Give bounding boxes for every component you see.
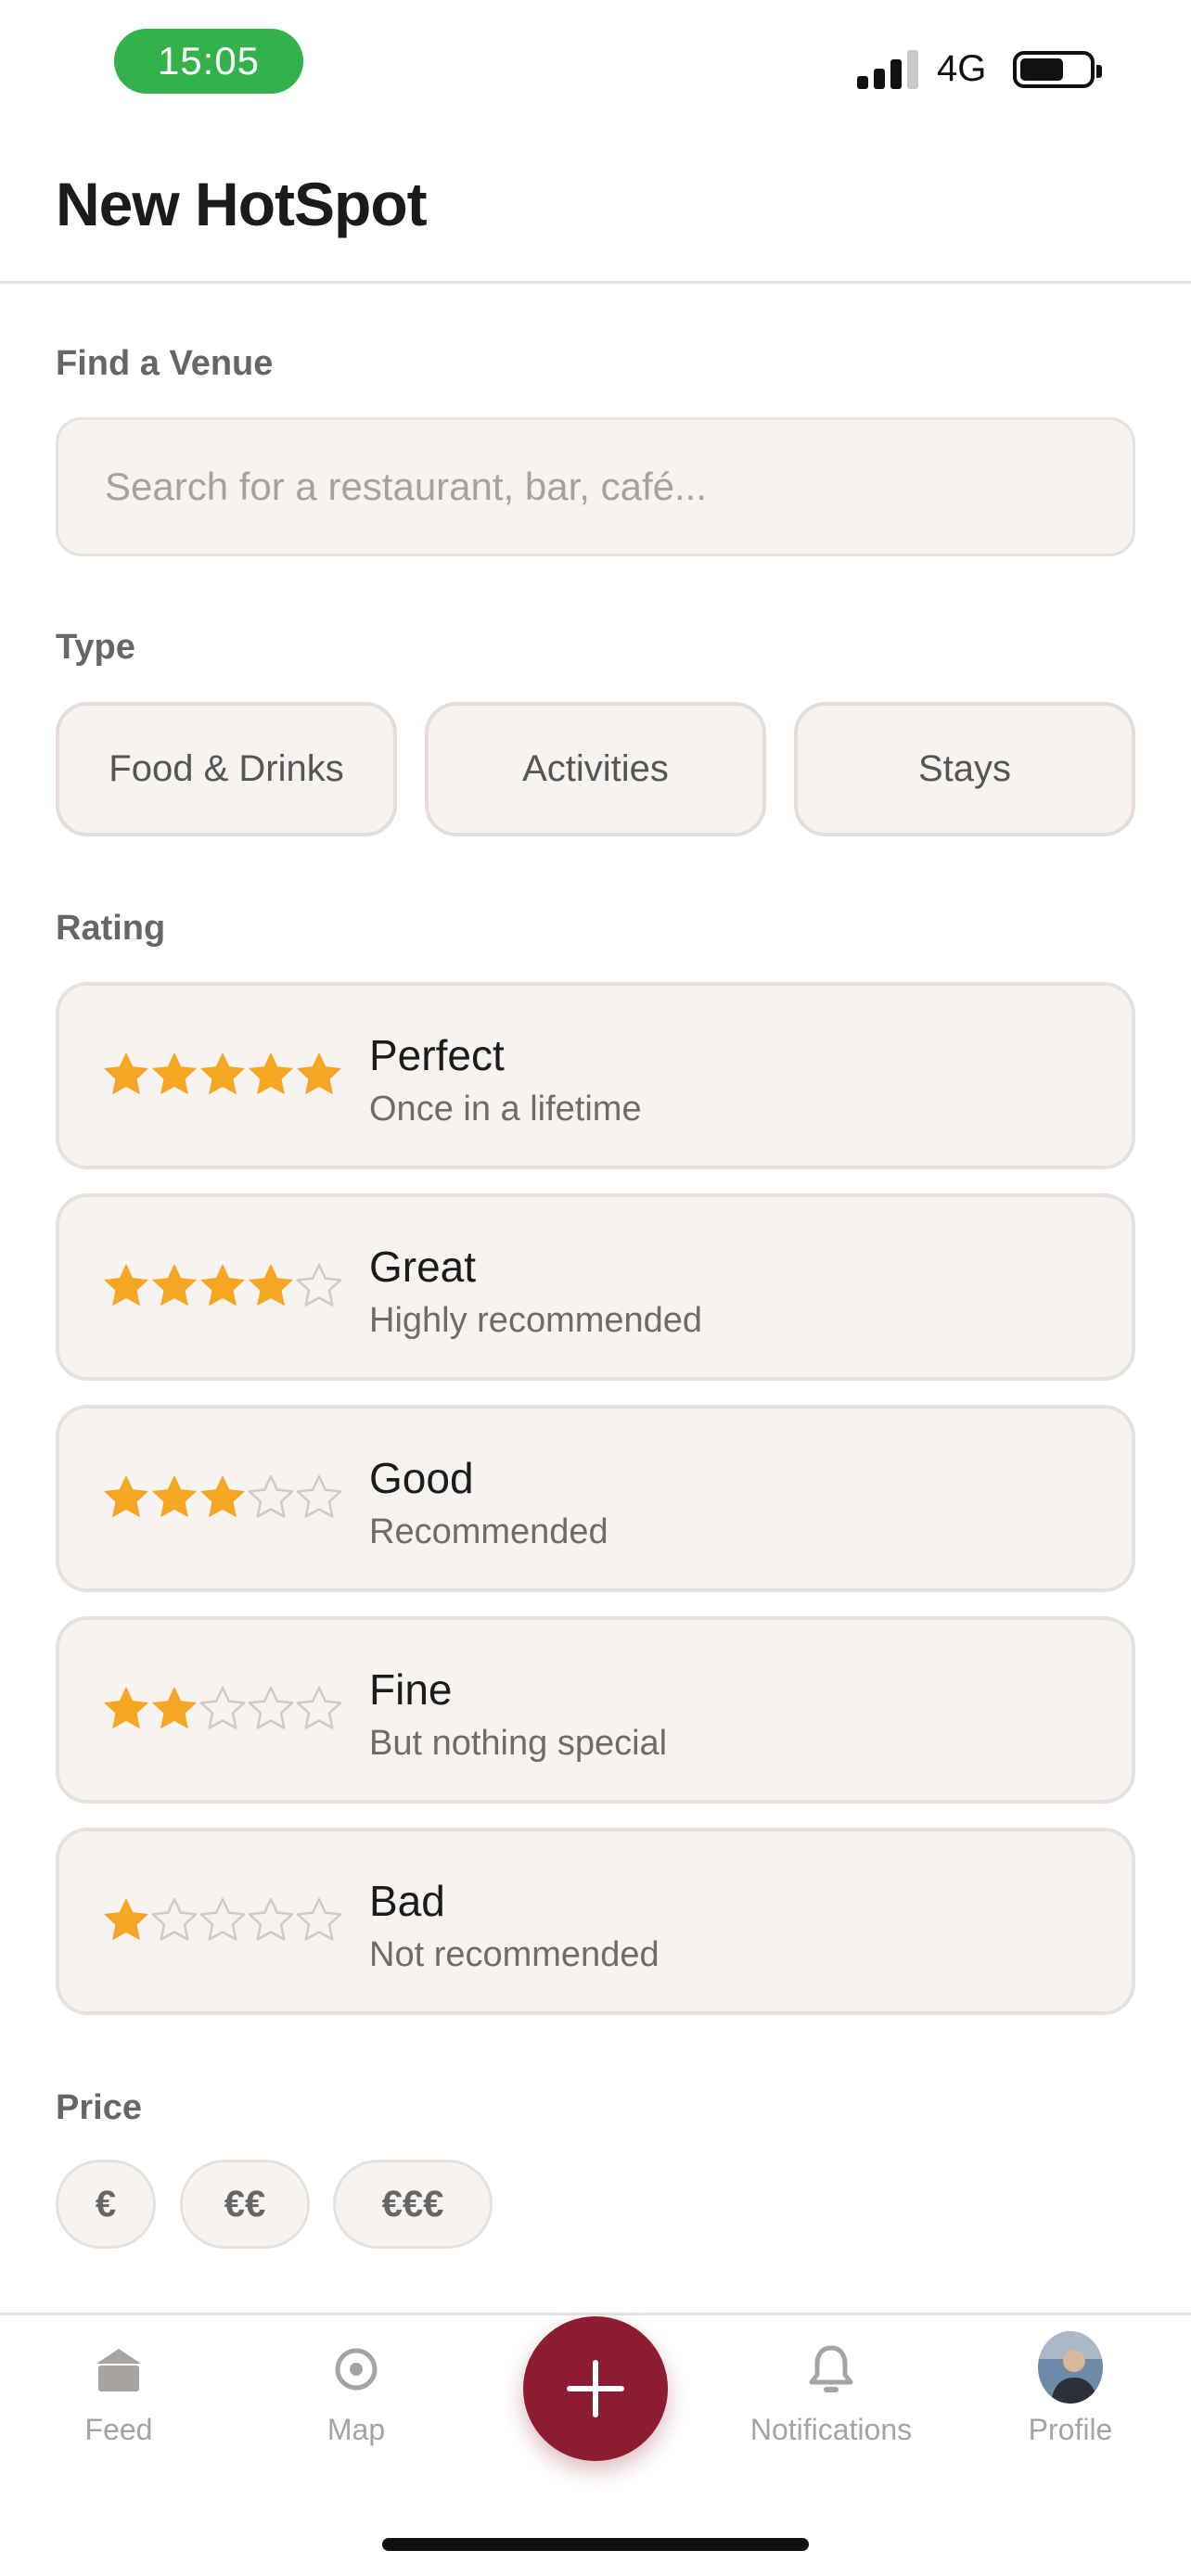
rating-option-fine[interactable]: Fine But nothing special bbox=[56, 1616, 1135, 1804]
price-option-3[interactable]: €€€ bbox=[333, 2160, 493, 2249]
star-filled-icon bbox=[249, 1052, 293, 1094]
rating-option-subtitle: Not recommended bbox=[369, 1935, 660, 1974]
star-filled-icon bbox=[152, 1264, 197, 1306]
map-pin-icon bbox=[324, 2337, 389, 2402]
price-option-1[interactable]: € bbox=[56, 2160, 156, 2249]
add-hotspot-button[interactable] bbox=[523, 2316, 668, 2461]
plus-icon bbox=[567, 2360, 624, 2417]
rating-option-subtitle: Highly recommended bbox=[369, 1301, 703, 1340]
star-filled-icon bbox=[200, 1475, 245, 1517]
star-filled-icon bbox=[152, 1052, 197, 1094]
star-empty-icon bbox=[199, 1897, 246, 1941]
star-empty-icon bbox=[151, 1897, 198, 1941]
rating-option-title: Perfect bbox=[369, 1031, 505, 1079]
rating-option-subtitle: But nothing special bbox=[369, 1724, 668, 1763]
star-filled-icon bbox=[200, 1264, 245, 1306]
star-filled-icon bbox=[152, 1475, 197, 1517]
star-empty-icon bbox=[296, 1686, 342, 1729]
type-option-stays[interactable]: Stays bbox=[794, 702, 1135, 836]
page-title: New HotSpot bbox=[56, 170, 428, 238]
tab-label: Feed bbox=[84, 2413, 153, 2446]
tab-feed[interactable]: Feed bbox=[26, 2337, 211, 2457]
star-empty-icon bbox=[296, 1474, 342, 1518]
star-filled-icon bbox=[104, 1052, 148, 1094]
star-rating bbox=[102, 1051, 343, 1099]
star-filled-icon bbox=[104, 1475, 148, 1517]
tab-map[interactable]: Map bbox=[263, 2337, 449, 2457]
star-filled-icon bbox=[249, 1264, 293, 1306]
star-rating bbox=[102, 1685, 343, 1733]
star-empty-icon bbox=[296, 1263, 342, 1307]
rating-option-perfect[interactable]: Perfect Once in a lifetime bbox=[56, 982, 1135, 1169]
venue-search-input[interactable] bbox=[58, 420, 1133, 554]
star-empty-icon bbox=[248, 1686, 294, 1729]
star-filled-icon bbox=[104, 1898, 148, 1940]
star-rating bbox=[102, 1262, 343, 1310]
star-empty-icon bbox=[296, 1897, 342, 1941]
tab-profile[interactable]: Profile bbox=[978, 2331, 1163, 2457]
type-option-food-drinks[interactable]: Food & Drinks bbox=[56, 702, 397, 836]
rating-option-title: Great bbox=[369, 1243, 477, 1291]
battery-icon bbox=[1013, 51, 1102, 88]
type-label: Type bbox=[56, 628, 135, 667]
star-filled-icon bbox=[297, 1052, 341, 1094]
type-option-activities[interactable]: Activities bbox=[425, 702, 766, 836]
rating-option-title: Good bbox=[369, 1454, 474, 1502]
star-rating bbox=[102, 1896, 343, 1945]
rating-option-subtitle: Recommended bbox=[369, 1512, 608, 1551]
star-empty-icon bbox=[248, 1897, 294, 1941]
rating-option-great[interactable]: Great Highly recommended bbox=[56, 1193, 1135, 1381]
tab-label: Notifications bbox=[749, 2413, 913, 2446]
avatar bbox=[1038, 2331, 1103, 2404]
star-empty-icon bbox=[248, 1474, 294, 1518]
status-bar: 15:05 4G bbox=[0, 0, 1191, 130]
price-option-2[interactable]: €€ bbox=[180, 2160, 310, 2249]
star-filled-icon bbox=[200, 1052, 245, 1094]
network-type: 4G bbox=[937, 48, 987, 89]
bell-icon bbox=[799, 2337, 864, 2402]
rating-option-title: Bad bbox=[369, 1877, 445, 1925]
star-empty-icon bbox=[199, 1686, 246, 1729]
rating-option-bad[interactable]: Bad Not recommended bbox=[56, 1828, 1135, 2015]
header-divider bbox=[0, 281, 1191, 284]
home-indicator bbox=[382, 2538, 809, 2551]
venue-search-field[interactable] bbox=[56, 417, 1135, 556]
star-filled-icon bbox=[152, 1687, 197, 1728]
rating-option-good[interactable]: Good Recommended bbox=[56, 1405, 1135, 1592]
status-time: 15:05 bbox=[114, 29, 303, 94]
price-label: Price bbox=[56, 2088, 142, 2127]
rating-option-subtitle: Once in a lifetime bbox=[369, 1090, 642, 1129]
star-rating bbox=[102, 1473, 343, 1522]
rating-option-title: Fine bbox=[369, 1665, 453, 1714]
rating-label: Rating bbox=[56, 909, 166, 948]
tab-label: Map bbox=[327, 2413, 386, 2446]
tab-label: Profile bbox=[1028, 2413, 1113, 2446]
venue-label: Find a Venue bbox=[56, 344, 274, 383]
star-filled-icon bbox=[104, 1264, 148, 1306]
signal-icon bbox=[857, 50, 920, 89]
tab-notifications[interactable]: Notifications bbox=[738, 2337, 924, 2457]
star-filled-icon bbox=[104, 1687, 148, 1728]
tab-bar-divider bbox=[0, 2313, 1191, 2315]
home-icon bbox=[86, 2337, 151, 2402]
